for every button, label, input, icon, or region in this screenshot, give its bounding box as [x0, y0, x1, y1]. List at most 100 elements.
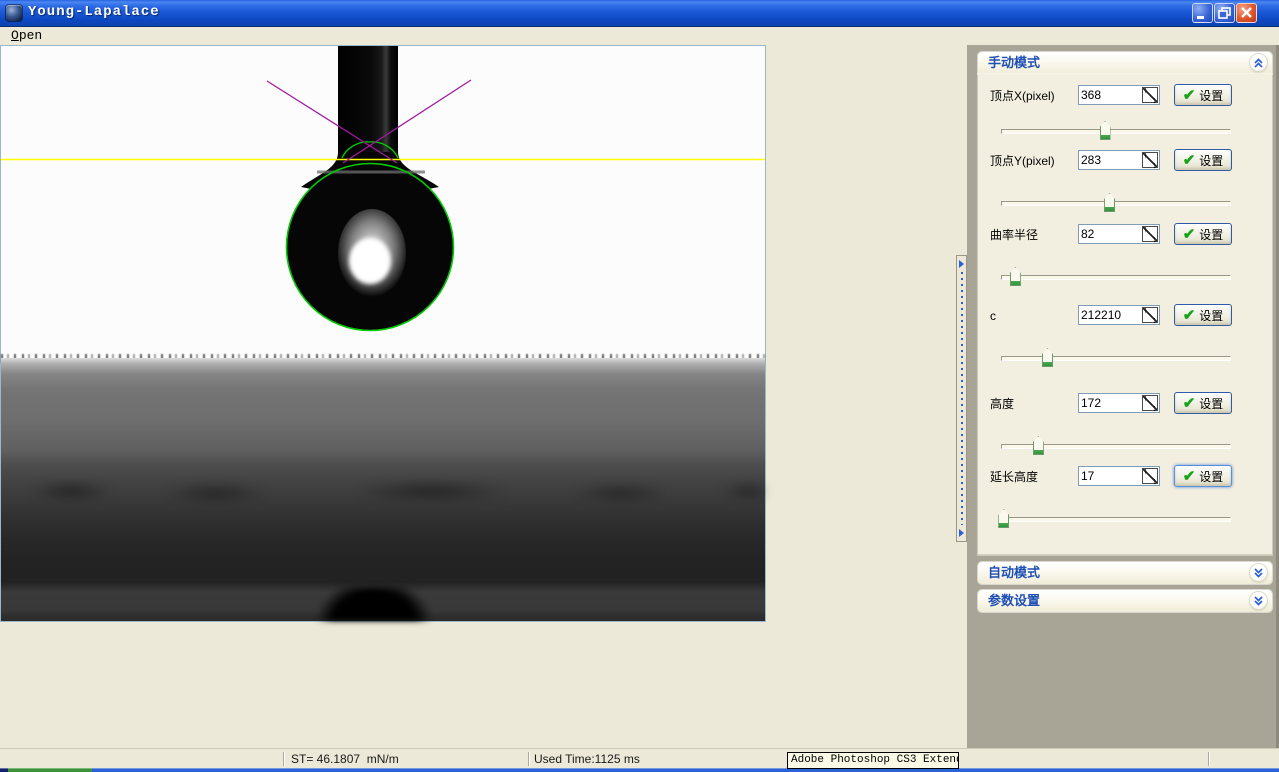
spinner-down-icon[interactable]: ↓ — [1153, 160, 1158, 170]
collapse-chevron-up-icon[interactable] — [1250, 54, 1267, 71]
close-button[interactable] — [1236, 3, 1257, 23]
check-icon: ✔ — [1183, 88, 1196, 103]
set-button[interactable]: ✔ 设置 — [1174, 223, 1232, 245]
set-button[interactable]: ✔ 设置 — [1174, 149, 1232, 171]
spinner-updown[interactable]: ↑ ↓ — [1142, 468, 1158, 484]
check-icon: ✔ — [1183, 308, 1196, 323]
slider-thumb[interactable] — [998, 509, 1009, 528]
param-settings-header[interactable]: 参数设置 — [978, 590, 1272, 612]
param-label: 曲率半径 — [990, 224, 1038, 246]
panel-splitter[interactable] — [956, 255, 967, 542]
auto-mode-header[interactable]: 自动模式 — [978, 562, 1272, 584]
param-slider[interactable] — [1001, 509, 1231, 528]
spinner-updown[interactable]: ↑ ↓ — [1142, 307, 1158, 323]
slider-thumb[interactable] — [1104, 193, 1115, 212]
spinner-up-icon[interactable]: ↑ — [1143, 150, 1148, 160]
set-button[interactable]: ✔ 设置 — [1174, 84, 1232, 106]
spinner-up-icon[interactable]: ↑ — [1143, 85, 1148, 95]
set-button-label: 设置 — [1199, 87, 1223, 104]
spinner-up-icon[interactable]: ↑ — [1143, 305, 1148, 315]
restore-button[interactable] — [1214, 3, 1235, 23]
param-row: 顶点X(pixel) ↑ ↓ ✔ 设置 — [978, 85, 1272, 107]
set-button[interactable]: ✔ 设置 — [1174, 392, 1232, 414]
check-icon: ✔ — [1183, 469, 1196, 484]
slider-thumb[interactable] — [1042, 348, 1053, 367]
manual-mode-title: 手动模式 — [988, 55, 1040, 70]
slider-thumb[interactable] — [1100, 121, 1111, 140]
param-input-wrap: ↑ ↓ — [1078, 466, 1160, 486]
minimize-button[interactable] — [1192, 3, 1213, 23]
slider-track[interactable] — [1001, 275, 1231, 280]
check-icon: ✔ — [1183, 153, 1196, 168]
control-panel: 手动模式 顶点X(pixel) ↑ ↓ ✔ 设置 顶点Y(pixel) ↑ ↓ — [967, 45, 1279, 751]
spinner-down-icon[interactable]: ↓ — [1153, 234, 1158, 244]
param-slider[interactable] — [1001, 267, 1231, 286]
application-window: Young-Lapalace Open — [0, 0, 1279, 772]
set-button[interactable]: ✔ 设置 — [1174, 304, 1232, 326]
app-icon — [6, 5, 22, 21]
spinner-updown[interactable]: ↑ ↓ — [1142, 395, 1158, 411]
slider-track[interactable] — [1001, 356, 1231, 361]
title-bar: Young-Lapalace — [0, 0, 1279, 27]
spinner-up-icon[interactable]: ↑ — [1143, 393, 1148, 403]
spinner-down-icon[interactable]: ↓ — [1153, 315, 1158, 325]
spinner-up-icon[interactable]: ↑ — [1143, 224, 1148, 234]
param-input[interactable] — [1081, 87, 1139, 103]
slider-track[interactable] — [1001, 129, 1231, 134]
taskbar-strip[interactable] — [0, 768, 1279, 772]
manual-pane-body: 顶点X(pixel) ↑ ↓ ✔ 设置 顶点Y(pixel) ↑ ↓ ✔ 设置 — [978, 74, 1272, 555]
param-input-wrap: ↑ ↓ — [1078, 305, 1160, 325]
surface-tension-value: ST= 46.1807 mN/m — [291, 752, 399, 766]
menu-open-rest: pen — [19, 28, 42, 43]
param-input[interactable] — [1081, 395, 1139, 411]
menu-open[interactable]: Open — [7, 28, 46, 43]
spinner-updown[interactable]: ↑ ↓ — [1142, 226, 1158, 242]
param-settings-title: 参数设置 — [988, 593, 1040, 608]
taskbar-tooltip: Adobe Photoshop CS3 Extended — [787, 752, 959, 769]
splitter-arrow-top-icon — [959, 260, 964, 268]
expand-chevron-down-icon[interactable] — [1250, 592, 1267, 609]
set-button[interactable]: ✔ 设置 — [1174, 465, 1232, 487]
spinner-down-icon[interactable]: ↓ — [1153, 403, 1158, 413]
param-input[interactable] — [1081, 152, 1139, 168]
param-slider[interactable] — [1001, 193, 1231, 212]
slider-thumb[interactable] — [1010, 267, 1021, 286]
param-slider[interactable] — [1001, 436, 1231, 455]
spinner-down-icon[interactable]: ↓ — [1153, 476, 1158, 486]
splitter-dots — [961, 272, 963, 525]
param-input-wrap: ↑ ↓ — [1078, 85, 1160, 105]
param-input-wrap: ↑ ↓ — [1078, 224, 1160, 244]
drop-highlight-core — [349, 238, 391, 284]
slider-thumb[interactable] — [1033, 436, 1044, 455]
slider-track[interactable] — [1001, 517, 1231, 522]
param-slider[interactable] — [1001, 348, 1231, 367]
spinner-up-icon[interactable]: ↑ — [1143, 466, 1148, 476]
expand-chevron-down-icon[interactable] — [1250, 564, 1267, 581]
slider-track[interactable] — [1001, 201, 1231, 206]
status-divider — [528, 752, 530, 766]
manual-mode-header[interactable]: 手动模式 — [978, 52, 1272, 74]
auto-mode-title: 自动模式 — [988, 565, 1040, 580]
param-input[interactable] — [1081, 226, 1139, 242]
set-button-label: 设置 — [1199, 468, 1223, 485]
param-input[interactable] — [1081, 307, 1139, 323]
param-row: 延长高度 ↑ ↓ ✔ 设置 — [978, 466, 1272, 488]
param-input-wrap: ↑ ↓ — [1078, 393, 1160, 413]
spinner-down-icon[interactable]: ↓ — [1153, 95, 1158, 105]
param-row: c ↑ ↓ ✔ 设置 — [978, 305, 1272, 327]
splitter-arrow-bottom-icon — [959, 529, 964, 537]
check-icon: ✔ — [1183, 227, 1196, 242]
param-label: c — [990, 305, 996, 327]
param-row: 高度 ↑ ↓ ✔ 设置 — [978, 393, 1272, 415]
param-label: 延长高度 — [990, 466, 1038, 488]
drop-image-viewer — [0, 45, 766, 622]
param-row: 顶点Y(pixel) ↑ ↓ ✔ 设置 — [978, 150, 1272, 172]
param-label: 高度 — [990, 393, 1014, 415]
status-divider — [1208, 752, 1210, 766]
param-input[interactable] — [1081, 468, 1139, 484]
param-slider[interactable] — [1001, 121, 1231, 140]
menu-open-accel: O — [11, 28, 19, 43]
drop-overlay-graphics — [1, 46, 765, 621]
spinner-updown[interactable]: ↑ ↓ — [1142, 152, 1158, 168]
spinner-updown[interactable]: ↑ ↓ — [1142, 87, 1158, 103]
